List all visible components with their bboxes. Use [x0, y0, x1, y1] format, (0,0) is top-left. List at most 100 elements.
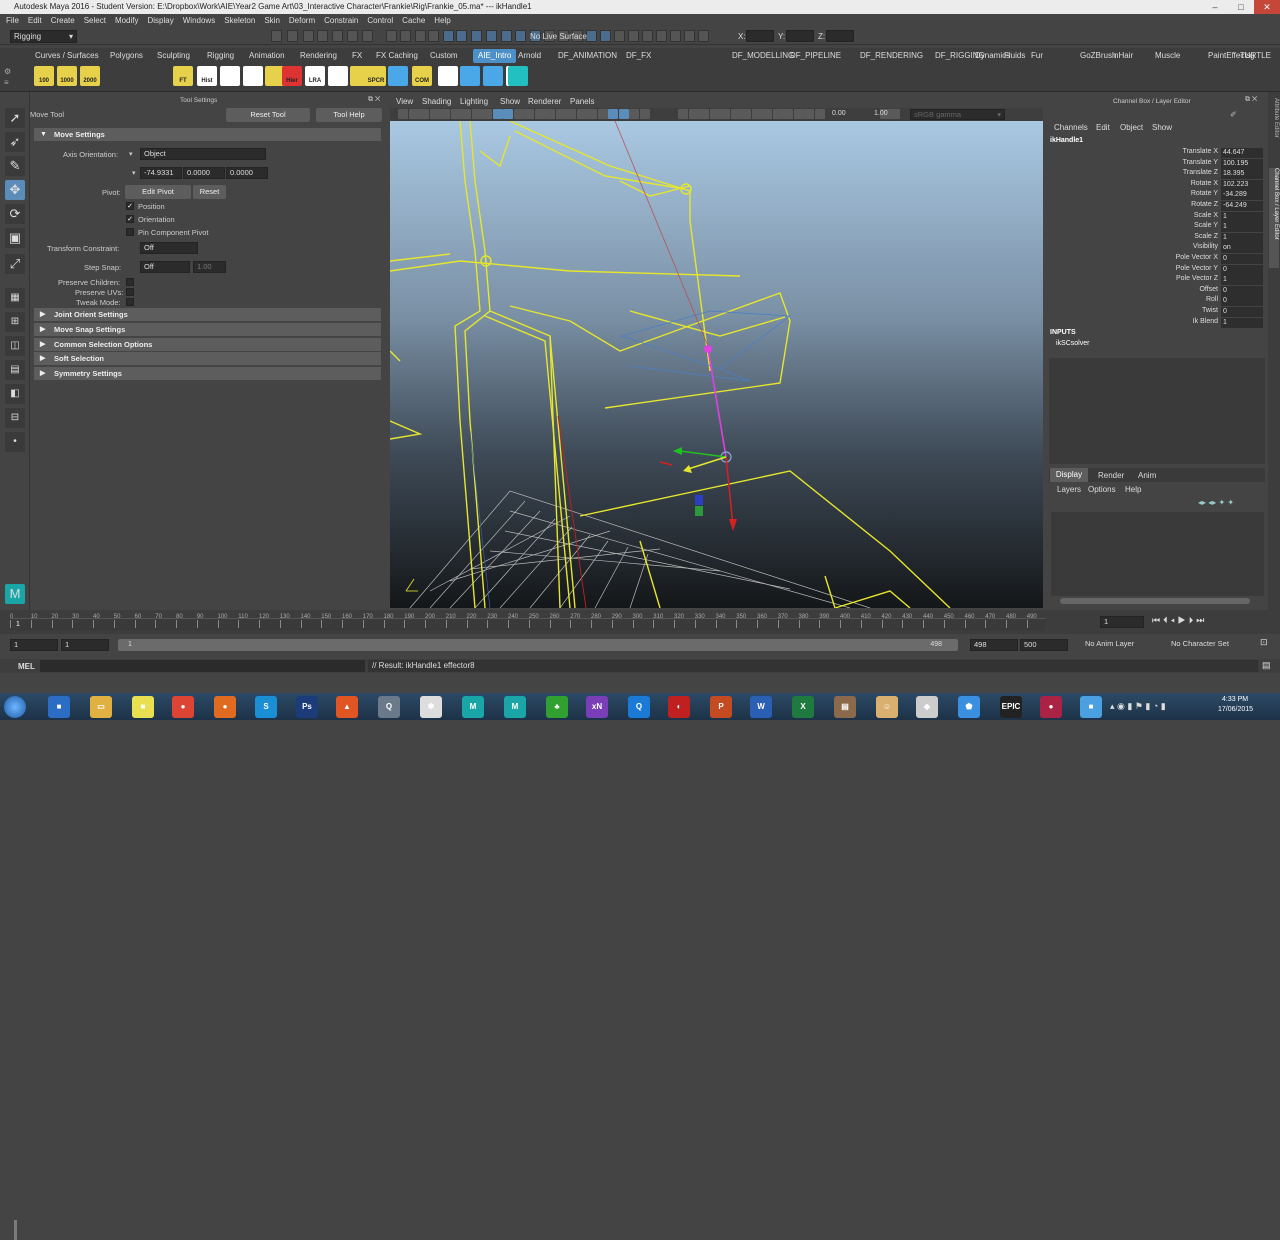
cb-attr-value[interactable]: 0 — [1221, 285, 1263, 296]
status-tool-icon[interactable] — [428, 30, 439, 42]
close-button[interactable]: ✕ — [1254, 0, 1280, 14]
shelf-tab-sculpting[interactable]: Sculpting — [157, 48, 190, 64]
panel-dock-icon[interactable]: ⧉ ✕ — [1245, 96, 1257, 104]
anim-end-field[interactable]: 500 — [1020, 639, 1068, 651]
viewport-tool-icon[interactable] — [450, 109, 461, 119]
cb-menu-show[interactable]: Show — [1152, 123, 1172, 132]
scale-tool-icon[interactable]: ▣ — [5, 228, 25, 248]
reset-tool-button[interactable]: Reset Tool — [226, 108, 310, 122]
axis-value-x[interactable]: -74.9331 — [140, 167, 182, 179]
taskbar-app-icon[interactable]: ● — [214, 696, 236, 718]
playback-controls-icon[interactable]: ⏮⏴◂▶⏵⏭ — [1152, 615, 1207, 626]
more-layouts-icon[interactable]: • — [5, 432, 25, 452]
tab-render[interactable]: Render — [1098, 471, 1124, 480]
viewport-tool-icon[interactable] — [793, 109, 804, 119]
shelf-tab-muscle[interactable]: Muscle — [1155, 48, 1180, 64]
viewport-tool-icon[interactable] — [576, 109, 587, 119]
panel-dock-icon[interactable]: ⧉ ✕ — [368, 96, 380, 104]
taskbar-app-icon[interactable]: ✱ — [420, 696, 442, 718]
status-tool-icon[interactable] — [586, 30, 597, 42]
viewport-tool-icon[interactable] — [524, 109, 534, 119]
status-tool-icon[interactable] — [515, 30, 526, 42]
taskbar-app-icon[interactable]: ■ — [1080, 696, 1102, 718]
viewport-tool-icon[interactable] — [741, 109, 751, 119]
menu-file[interactable]: File — [6, 16, 19, 25]
menu-create[interactable]: Create — [51, 16, 75, 25]
taskbar-app-icon[interactable]: xN — [586, 696, 608, 718]
tweak-mode-checkbox[interactable] — [126, 298, 134, 306]
shelf-button-icon[interactable]: COM — [412, 66, 432, 86]
viewport-tool-icon[interactable] — [699, 109, 709, 119]
channel-box-tab[interactable]: Channel Box / Layer Editor — [1269, 168, 1279, 268]
viewport-tool-icon[interactable] — [482, 109, 492, 119]
shelf-tab-rigging[interactable]: Rigging — [207, 48, 234, 64]
color-space-dropdown[interactable]: sRGB gamma ▾ — [910, 109, 1005, 120]
status-tool-icon[interactable] — [670, 30, 681, 42]
shelf-button-icon[interactable] — [243, 66, 263, 86]
tab-anim[interactable]: Anim — [1138, 471, 1156, 480]
maximize-button[interactable]: □ — [1228, 0, 1254, 14]
taskbar-app-icon[interactable]: M — [504, 696, 526, 718]
cb-attr-value[interactable]: 1 — [1221, 211, 1263, 222]
viewport-menu-show[interactable]: Show — [500, 96, 520, 108]
cb-attr-name[interactable]: Pole Vector Y — [1098, 265, 1218, 272]
viewport-tool-icon[interactable] — [555, 109, 566, 119]
clock-date[interactable]: 17/06/2015 — [1218, 706, 1253, 713]
cb-attr-name[interactable]: Scale Z — [1098, 233, 1218, 240]
taskbar-app-icon[interactable]: Ps — [296, 696, 318, 718]
menu-select[interactable]: Select — [84, 16, 106, 25]
layout-icon[interactable]: ⊟ — [5, 408, 25, 428]
paint-select-icon[interactable]: ✎ — [5, 156, 25, 176]
taskbar-app-icon[interactable]: P — [710, 696, 732, 718]
script-editor-icon[interactable]: ▤ — [1262, 660, 1271, 671]
cb-attr-name[interactable]: Roll — [1098, 296, 1218, 303]
shelf-tab-gozbrush[interactable]: GoZBrush — [1080, 48, 1116, 64]
viewport-tool-icon[interactable] — [566, 109, 576, 119]
shelf-button-icon[interactable] — [508, 66, 528, 86]
shelf-button-icon[interactable]: 100 — [34, 66, 54, 86]
shelf-button-icon[interactable]: 1000 — [57, 66, 77, 86]
live-surface-label[interactable]: No Live Surface — [530, 32, 587, 41]
current-frame-field[interactable]: 1 — [1100, 616, 1144, 628]
viewport-3d[interactable] — [390, 121, 1043, 608]
preserve-uvs-checkbox[interactable] — [126, 288, 134, 296]
taskbar-app-icon[interactable]: ♣ — [546, 696, 568, 718]
option-chevron-icon[interactable]: ▾ — [129, 150, 133, 158]
cb-attr-value[interactable]: -64.249 — [1221, 201, 1263, 211]
axis-orientation-dropdown[interactable]: Object — [140, 148, 266, 160]
anim-start-field[interactable]: 1 — [10, 639, 58, 651]
gamma-value[interactable]: 1.00 — [874, 110, 888, 117]
tray-icons[interactable]: ▴ ◉ ▮ ⚑ ▮ ◔ ▮ — [1110, 701, 1166, 712]
lasso-tool-icon[interactable]: ➶ — [5, 132, 25, 152]
step-snap-amount[interactable]: 1.00 — [193, 261, 226, 273]
cb-attr-value[interactable]: 0 — [1221, 264, 1263, 275]
menu-help[interactable]: Help — [434, 16, 450, 25]
viewport-tool-icon[interactable] — [772, 109, 783, 119]
taskbar-app-icon[interactable]: ◆ — [916, 696, 938, 718]
cb-attr-name[interactable]: Scale Y — [1098, 222, 1218, 229]
command-lang[interactable]: MEL — [18, 662, 35, 671]
shelf-tab-fx-caching[interactable]: FX Caching — [376, 48, 418, 64]
menu-constrain[interactable]: Constrain — [324, 16, 358, 25]
viewport-tool-icon[interactable] — [587, 109, 597, 119]
cb-attr-value[interactable]: 0 — [1221, 254, 1263, 264]
cb-attr-name[interactable]: Rotate Y — [1098, 190, 1218, 197]
viewport-tool-icon[interactable] — [804, 109, 814, 119]
shelf-button-icon[interactable]: Hist — [197, 66, 217, 86]
viewport-tool-icon[interactable] — [534, 109, 545, 119]
taskbar-app-icon[interactable]: ▲ — [336, 696, 358, 718]
status-tool-icon[interactable] — [303, 30, 314, 42]
cb-object-name[interactable]: ikHandle1 — [1050, 137, 1083, 144]
cb-attr-name[interactable]: Rotate Z — [1098, 201, 1218, 208]
cb-menu-channels[interactable]: Channels — [1054, 123, 1088, 132]
viewport-tool-icon[interactable] — [618, 109, 629, 119]
menu-windows[interactable]: Windows — [183, 16, 215, 25]
menu-control[interactable]: Control — [367, 16, 393, 25]
shelf-tab-df-pipeline[interactable]: DF_PIPELINE — [790, 48, 841, 64]
taskbar-app-icon[interactable]: ■ — [132, 696, 154, 718]
shelf-tab-fx[interactable]: FX — [352, 48, 362, 64]
auto-key-icon[interactable]: ⊡ — [1260, 637, 1268, 648]
status-tool-icon[interactable] — [614, 30, 625, 42]
rotate-tool-icon[interactable]: ⟳ — [5, 204, 25, 224]
cb-attr-name[interactable]: Translate Z — [1098, 169, 1218, 176]
